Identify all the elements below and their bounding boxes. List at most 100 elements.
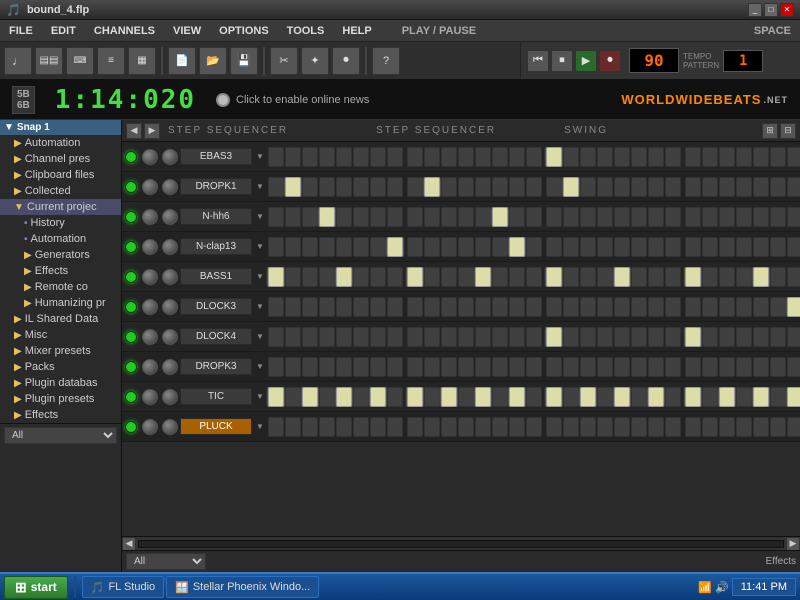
step-button[interactable] (370, 177, 386, 197)
taskbar-item-stellar[interactable]: 🪟 Stellar Phoenix Windo... (166, 576, 319, 598)
step-button[interactable] (770, 297, 786, 317)
step-button[interactable] (719, 237, 735, 257)
step-button[interactable] (336, 297, 352, 317)
step-button[interactable] (580, 237, 596, 257)
step-button[interactable] (665, 387, 681, 407)
step-button[interactable] (492, 327, 508, 347)
step-button[interactable] (302, 417, 318, 437)
transport-rewind[interactable]: ⏮ (527, 50, 549, 72)
step-button[interactable] (597, 177, 613, 197)
step-button[interactable] (546, 297, 562, 317)
step-button[interactable] (665, 417, 681, 437)
step-button[interactable] (787, 417, 800, 437)
step-button[interactable] (648, 417, 664, 437)
step-button[interactable] (387, 237, 403, 257)
step-button[interactable] (614, 387, 630, 407)
step-button[interactable] (302, 207, 318, 227)
step-button[interactable] (285, 207, 301, 227)
step-button[interactable] (424, 147, 440, 167)
step-button[interactable] (614, 237, 630, 257)
step-button[interactable] (492, 387, 508, 407)
step-button[interactable] (597, 417, 613, 437)
step-button[interactable] (370, 417, 386, 437)
step-button[interactable] (492, 357, 508, 377)
step-button[interactable] (336, 327, 352, 347)
row-led[interactable] (125, 151, 137, 163)
step-button[interactable] (597, 147, 613, 167)
step-button[interactable] (285, 417, 301, 437)
step-button[interactable] (302, 357, 318, 377)
step-button[interactable] (526, 147, 542, 167)
step-button[interactable] (285, 237, 301, 257)
step-button[interactable] (353, 387, 369, 407)
step-button[interactable] (702, 237, 718, 257)
row-knob-volume[interactable] (142, 359, 158, 375)
step-button[interactable] (353, 207, 369, 227)
step-button[interactable] (526, 327, 542, 347)
row-label[interactable]: N-hh6 (180, 208, 252, 225)
step-button[interactable] (665, 177, 681, 197)
pattern-number[interactable]: 1 (723, 50, 763, 72)
step-button[interactable] (319, 417, 335, 437)
step-button[interactable] (370, 207, 386, 227)
step-button[interactable] (319, 177, 335, 197)
step-button[interactable] (665, 237, 681, 257)
step-button[interactable] (458, 237, 474, 257)
step-button[interactable] (563, 207, 579, 227)
step-button[interactable] (736, 147, 752, 167)
step-button[interactable] (614, 147, 630, 167)
sidebar-item-history[interactable]: • History (0, 215, 121, 231)
step-button[interactable] (302, 297, 318, 317)
row-label[interactable]: DLOCK3 (180, 298, 252, 315)
step-button[interactable] (492, 297, 508, 317)
row-label[interactable]: DLOCK4 (180, 328, 252, 345)
transport-record[interactable]: ⏺ (599, 50, 621, 72)
step-button[interactable] (268, 147, 284, 167)
step-button[interactable] (509, 237, 525, 257)
step-button[interactable] (407, 297, 423, 317)
step-button[interactable] (526, 417, 542, 437)
step-button[interactable] (424, 297, 440, 317)
step-button[interactable] (509, 207, 525, 227)
step-button[interactable] (736, 237, 752, 257)
step-button[interactable] (387, 177, 403, 197)
step-button[interactable] (509, 417, 525, 437)
scroll-left-btn[interactable]: ◀ (122, 537, 136, 551)
step-button[interactable] (387, 417, 403, 437)
step-button[interactable] (285, 147, 301, 167)
step-button[interactable] (597, 297, 613, 317)
step-button[interactable] (631, 297, 647, 317)
step-button[interactable] (770, 327, 786, 347)
step-button[interactable] (685, 267, 701, 287)
step-button[interactable] (614, 267, 630, 287)
step-button[interactable] (285, 267, 301, 287)
pattern-filter-select[interactable]: All (126, 553, 206, 570)
sidebar-item-clipboard[interactable]: ▶ Clipboard files (0, 167, 121, 183)
step-button[interactable] (475, 357, 491, 377)
step-button[interactable] (702, 207, 718, 227)
step-button[interactable] (475, 297, 491, 317)
step-button[interactable] (770, 147, 786, 167)
step-button[interactable] (614, 207, 630, 227)
step-button[interactable] (458, 387, 474, 407)
toolbar-btn-help[interactable]: ? (372, 47, 400, 75)
row-knob-pan[interactable] (162, 209, 178, 225)
step-button[interactable] (407, 267, 423, 287)
step-button[interactable] (736, 267, 752, 287)
row-knob-volume[interactable] (142, 329, 158, 345)
row-label[interactable]: BASS1 (180, 268, 252, 285)
step-button[interactable] (441, 207, 457, 227)
step-button[interactable] (719, 177, 735, 197)
step-button[interactable] (631, 207, 647, 227)
row-knob-volume[interactable] (142, 269, 158, 285)
step-button[interactable] (770, 207, 786, 227)
step-button[interactable] (546, 387, 562, 407)
start-button[interactable]: ⊞ start (4, 576, 68, 599)
step-button[interactable] (336, 387, 352, 407)
step-button[interactable] (336, 237, 352, 257)
step-button[interactable] (736, 297, 752, 317)
step-button[interactable] (685, 417, 701, 437)
step-button[interactable] (268, 207, 284, 227)
sidebar-item-channelpresets[interactable]: ▶ Channel pres (0, 151, 121, 167)
row-knob-volume[interactable] (142, 209, 158, 225)
